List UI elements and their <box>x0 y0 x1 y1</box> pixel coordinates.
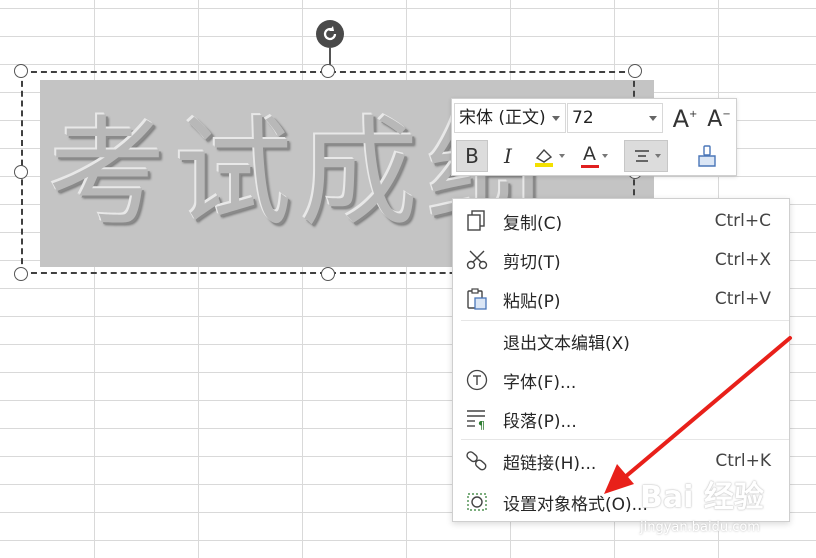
watermark-url: jingyan.baidu.com <box>640 520 760 535</box>
watermark-logo: Bai 经验 <box>640 480 764 515</box>
